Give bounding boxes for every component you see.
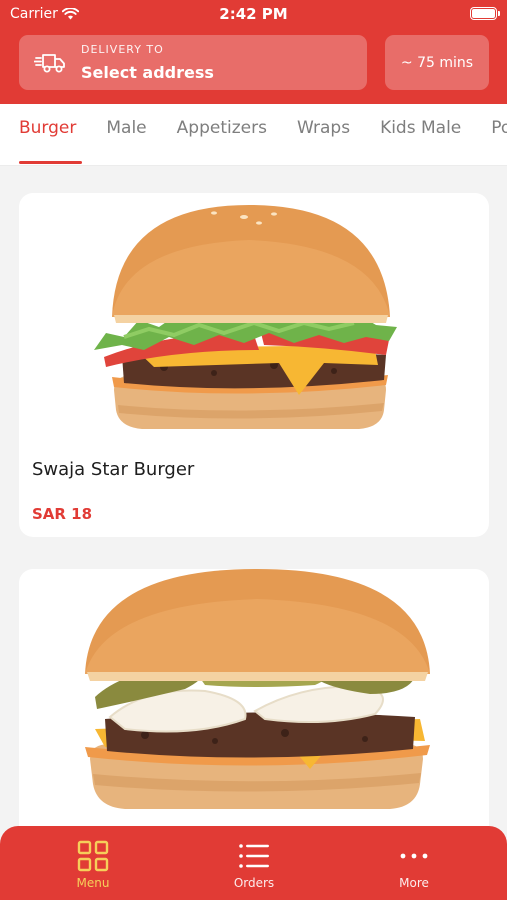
delivery-address-button[interactable]: DELIVERY TO Select address: [19, 35, 367, 90]
tab-kids-male[interactable]: Kids Male: [380, 118, 461, 138]
tab-wraps[interactable]: Wraps: [297, 118, 350, 138]
nav-orders[interactable]: Orders: [204, 840, 304, 890]
bottom-nav: Menu Orders More: [0, 826, 507, 900]
tab-partial[interactable]: Po: [491, 118, 507, 138]
nav-orders-label: Orders: [233, 876, 275, 890]
nav-more-label: More: [399, 876, 429, 890]
grid-icon: [77, 840, 109, 872]
status-bar: Carrier 2:42 PM: [0, 0, 507, 28]
category-tabs-row: Burger Male Appetizers Wraps Kids Male P…: [19, 118, 507, 138]
list-icon: [239, 844, 269, 868]
delivery-truck-icon: [34, 54, 65, 73]
tab-burger[interactable]: Burger: [19, 118, 76, 138]
nav-more[interactable]: More: [364, 840, 464, 890]
status-time: 2:42 PM: [219, 5, 288, 23]
eta-badge[interactable]: ~ 75 mins: [385, 35, 489, 90]
more-dots-icon: [400, 853, 428, 859]
battery-icon: [470, 7, 500, 20]
delivery-to-label: DELIVERY TO: [81, 43, 164, 56]
nav-menu[interactable]: Menu: [43, 840, 143, 890]
product-card[interactable]: Swaja Star Burger SAR 18: [19, 193, 489, 537]
nav-menu-label: Menu: [76, 876, 110, 890]
tab-male[interactable]: Male: [106, 118, 146, 138]
product-image: [94, 205, 397, 429]
address-value: Select address: [81, 63, 214, 82]
app-header: Carrier 2:42 PM DELIVERY TO Select addre…: [0, 0, 507, 104]
product-image: [85, 569, 430, 809]
active-tab-indicator: [19, 161, 82, 164]
product-name: Swaja Star Burger: [32, 459, 195, 480]
product-card[interactable]: [19, 569, 489, 869]
category-tabs: Burger Male Appetizers Wraps Kids Male P…: [0, 104, 507, 166]
tab-appetizers[interactable]: Appetizers: [177, 118, 267, 138]
product-price: SAR 18: [32, 505, 93, 523]
